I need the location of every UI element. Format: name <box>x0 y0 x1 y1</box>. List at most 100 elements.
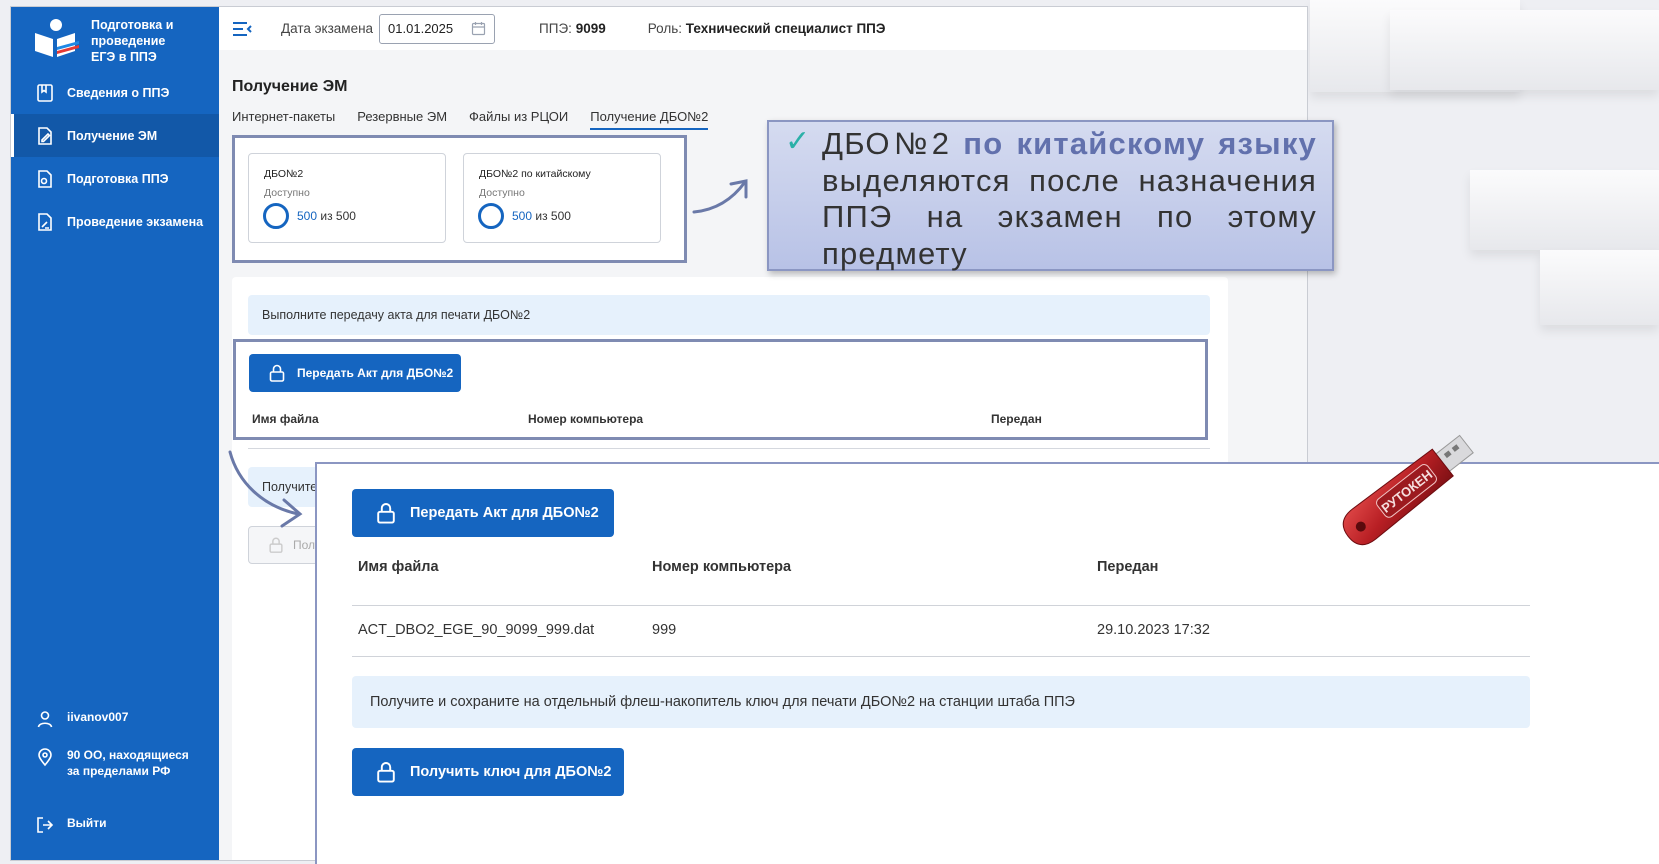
lock-icon <box>377 762 395 783</box>
column-header-computer: Номер компьютера <box>528 412 644 426</box>
background-tile <box>1390 10 1659 90</box>
document-edit-icon <box>38 126 52 145</box>
tabs: Интернет-пакеты Резервные ЭМ Файлы из РЦ… <box>232 109 709 130</box>
background-tile <box>1470 170 1659 250</box>
logo-line-1: Подготовка и <box>91 18 174 32</box>
callout-note: ✓ ДБО№2 по китайскому языку выделяются п… <box>767 120 1334 271</box>
tab-reserve-em[interactable]: Резервные ЭМ <box>357 109 447 130</box>
role-value: Технический специалист ППЭ <box>685 21 886 36</box>
location-pin-icon <box>38 748 52 767</box>
logo-text: Подготовка и проведение ЕГЭ в ППЭ <box>91 17 191 65</box>
counter-total: из 500 <box>535 209 571 223</box>
callout-text: ДБО№2 по китайскому языку выделяются пос… <box>822 126 1317 272</box>
exam-date-label: Дата экзамена <box>281 21 374 36</box>
ppe-label: ППЭ: <box>539 21 572 36</box>
logo[interactable]: Подготовка и проведение ЕГЭ в ППЭ <box>31 17 191 65</box>
column-header-sent: Передан <box>991 412 1042 426</box>
zoom-column-header-sent: Передан <box>1097 559 1159 575</box>
info-bar: Выполните передачу акта для печати ДБО№2 <box>248 295 1210 335</box>
counter-total: из 500 <box>320 209 356 223</box>
progress-ring-icon <box>478 203 504 229</box>
open-book-logo-icon <box>35 19 79 57</box>
document-pen-icon <box>38 212 52 231</box>
logo-line-2: проведение <box>91 34 166 48</box>
counter-card-dbo2-chinese: ДБО№2 по китайскому Доступно 500 из 500 <box>463 153 661 243</box>
zoom-cell-computer: 999 <box>652 622 677 638</box>
zoom-transfer-act-label: Передать Акт для ДБО№2 <box>410 505 599 521</box>
transfer-act-label: Передать Акт для ДБО№2 <box>297 366 454 380</box>
sidebar-item-label: Получение ЭМ <box>67 128 158 143</box>
logout-icon <box>37 817 54 833</box>
get-key-button[interactable]: Получить ключ для ДБО№2 <box>352 748 624 796</box>
counter-title: ДБО№2 по китайскому <box>479 168 591 180</box>
counter-status: Доступно <box>264 187 310 199</box>
curved-arrow-icon <box>692 179 748 214</box>
tab-receive-dbo2[interactable]: Получение ДБО№2 <box>590 109 709 130</box>
role-info: Роль: Технический специалист ППЭ <box>648 21 886 36</box>
progress-ring-icon <box>263 203 289 229</box>
sidebar-username: iivanov007 <box>67 710 129 724</box>
callout-text-part2: выделяются после назначения ППЭ на экзам… <box>822 162 1317 271</box>
counter-count: 500 <box>297 209 318 223</box>
column-header-file: Имя файла <box>252 412 319 426</box>
exam-date-field[interactable]: 01.01.2025 <box>379 13 496 44</box>
zoom-cell-file: ACT_DBO2_EGE_90_9099_999.dat <box>358 622 595 638</box>
logout-label: Выйти <box>67 816 107 830</box>
menu-collapse-icon[interactable] <box>231 18 253 40</box>
counters-highlight-frame: ДБО№2 Доступно 500 из 500 ДБО№2 по китай… <box>232 135 687 263</box>
sidebar-item-label: Подготовка ППЭ <box>67 171 169 186</box>
sidebar-bottom: iivanov007 90 ОО, находящиеся за предела… <box>11 709 219 835</box>
tab-rcoi-files[interactable]: Файлы из РЦОИ <box>469 109 568 130</box>
sidebar-item-ppe-info[interactable]: Сведения о ППЭ <box>11 71 219 114</box>
user-icon <box>37 711 53 728</box>
divider <box>352 605 1530 606</box>
counter-title: ДБО№2 <box>264 168 304 180</box>
get-key-label: Получить ключ для ДБО№2 <box>410 764 612 780</box>
lock-icon <box>269 364 285 382</box>
callout-text-part1: ДБО№2 <box>822 126 964 161</box>
divider <box>248 448 1210 449</box>
calendar-icon[interactable] <box>471 21 486 36</box>
background-tile <box>1540 250 1659 325</box>
lock-icon <box>377 503 395 524</box>
transfer-act-button[interactable]: Передать Акт для ДБО№2 <box>249 354 461 392</box>
topbar: Дата экзамена 01.01.2025 ППЭ: 9099 Роль:… <box>219 7 1307 50</box>
usb-token-icon: РУТОКЕН <box>1342 434 1474 546</box>
sidebar-item-ppe-prep[interactable]: Подготовка ППЭ <box>11 157 219 200</box>
sidebar-nav: Сведения о ППЭ Получение ЭМ Подготовка П… <box>11 71 219 243</box>
zoom-transfer-act-button[interactable]: Передать Акт для ДБО№2 <box>352 489 614 537</box>
sidebar-item-label: Сведения о ППЭ <box>67 85 170 100</box>
sidebar-region-text: 90 ОО, находящиеся за пределами РФ <box>67 748 189 778</box>
sidebar-item-receive-em[interactable]: Получение ЭМ <box>11 114 219 157</box>
role-label: Роль: <box>647 21 683 36</box>
divider <box>352 656 1530 657</box>
lock-icon <box>269 537 283 553</box>
checkmark-icon: ✓ <box>785 124 811 159</box>
sidebar-item-exam[interactable]: Проведение экзамена <box>11 200 219 243</box>
callout-highlight: по китайскому языку <box>963 126 1317 161</box>
page-title: Получение ЭМ <box>232 78 348 95</box>
zoom-cell-sent: 29.10.2023 17:32 <box>1097 622 1210 638</box>
ppe-value: 9099 <box>575 21 606 36</box>
sidebar-item-label: Проведение экзамена <box>67 214 204 229</box>
logout-button[interactable]: Выйти <box>11 815 219 835</box>
zoom-info-bar: Получите и сохраните на отдельный флеш-н… <box>352 676 1530 728</box>
book-icon <box>37 83 53 102</box>
document-settings-icon <box>38 169 52 188</box>
counter-value: 500 из 500 <box>512 209 571 223</box>
counter-count: 500 <box>512 209 533 223</box>
zoom-column-header-file: Имя файла <box>358 559 439 575</box>
counter-card-dbo2: ДБО№2 Доступно 500 из 500 <box>248 153 446 243</box>
counter-value: 500 из 500 <box>297 209 356 223</box>
logo-line-3: ЕГЭ в ППЭ <box>91 50 157 64</box>
sidebar-user[interactable]: iivanov007 <box>11 709 219 729</box>
zoom-column-header-computer: Номер компьютера <box>652 559 792 575</box>
sidebar-region[interactable]: 90 ОО, находящиеся за пределами РФ <box>11 747 211 779</box>
act-highlight-frame: Передать Акт для ДБО№2 Имя файла Номер к… <box>233 339 1208 440</box>
curved-arrow-down-icon <box>228 450 303 528</box>
counter-status: Доступно <box>479 187 525 199</box>
tab-internet-packages[interactable]: Интернет-пакеты <box>232 109 335 130</box>
exam-date-value: 01.01.2025 <box>388 21 454 36</box>
ppe-info: ППЭ: 9099 <box>539 21 606 36</box>
sidebar: Подготовка и проведение ЕГЭ в ППЭ Сведен… <box>11 7 219 860</box>
